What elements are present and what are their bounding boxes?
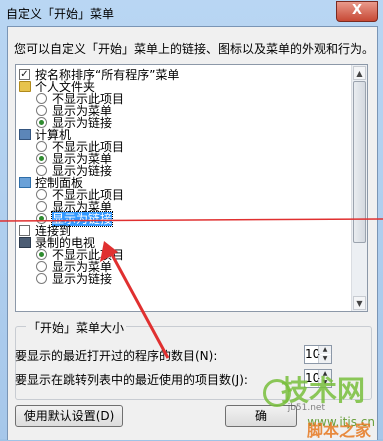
spin-down-icon[interactable]: ▼ xyxy=(318,379,331,387)
folder-icon xyxy=(19,81,31,92)
radio-icon[interactable] xyxy=(36,273,47,284)
close-icon: X xyxy=(351,3,363,18)
control-panel-icon xyxy=(19,177,31,188)
radio-icon[interactable] xyxy=(36,141,47,152)
group-title: 「开始」菜单大小 xyxy=(26,319,127,336)
radio-selected-icon[interactable] xyxy=(36,153,47,164)
jump-list-label: 要显示在跳转列表中的最近使用的项目数(J): xyxy=(15,373,248,387)
close-button[interactable]: X xyxy=(336,1,378,22)
window-title: 自定义「开始」菜单 xyxy=(6,7,115,21)
radio-selected-icon[interactable] xyxy=(36,213,47,224)
recent-programs-stepper[interactable]: 10 ▲ ▼ xyxy=(304,345,332,364)
dialog-window: 自定义「开始」菜单 X 您可以自定义「开始」菜单上的链接、图标以及菜单的外观和行… xyxy=(0,0,383,440)
computer-icon xyxy=(19,129,31,140)
description-text: 您可以自定义「开始」菜单上的链接、图标以及菜单的外观和行为。 xyxy=(14,42,375,56)
radio-selected-icon[interactable] xyxy=(36,117,47,128)
radio-icon[interactable] xyxy=(36,189,47,200)
scroll-thumb[interactable] xyxy=(353,81,366,243)
spin-down-icon[interactable]: ▼ xyxy=(318,355,331,363)
radio-icon[interactable] xyxy=(36,201,47,212)
ok-button[interactable]: 确 xyxy=(225,405,297,427)
scroll-up-icon[interactable]: ▲ xyxy=(353,66,366,80)
radio-icon[interactable] xyxy=(36,93,47,104)
recent-programs-label: 要显示的最近打开过的程序的数目(N): xyxy=(15,349,218,363)
checkbox-checked-icon[interactable]: ✓ xyxy=(19,69,30,80)
jump-list-stepper[interactable]: 10 ▲ ▼ xyxy=(304,369,332,388)
title-bar[interactable]: 自定义「开始」菜单 X xyxy=(0,0,383,26)
radio-icon[interactable] xyxy=(36,165,47,176)
scroll-down-icon[interactable]: ▼ xyxy=(353,296,366,310)
spin-up-icon[interactable]: ▲ xyxy=(318,346,331,354)
options-listbox[interactable]: ✓ 按名称排序“所有程序”菜单 个人文件夹 不显示此项目 显示为菜单 显示为链接 计算机 不显… xyxy=(15,64,368,312)
dialog-client-area: 您可以自定义「开始」菜单上的链接、图标以及菜单的外观和行为。 ✓ 按名称排序“所有… xyxy=(7,26,378,440)
radio-icon[interactable] xyxy=(36,105,47,116)
vertical-scrollbar[interactable]: ▲ ▼ xyxy=(351,65,367,311)
radio-icon[interactable] xyxy=(36,261,47,272)
checkbox-icon[interactable] xyxy=(19,225,30,236)
radio-selected-icon[interactable] xyxy=(36,249,47,260)
spin-up-icon[interactable]: ▲ xyxy=(318,370,331,378)
use-defaults-button[interactable]: 使用默认设置(D) xyxy=(15,405,123,427)
radio-label: 显示为链接 xyxy=(52,272,113,286)
watermark-logo-icon xyxy=(263,379,291,407)
tv-icon xyxy=(19,237,31,248)
